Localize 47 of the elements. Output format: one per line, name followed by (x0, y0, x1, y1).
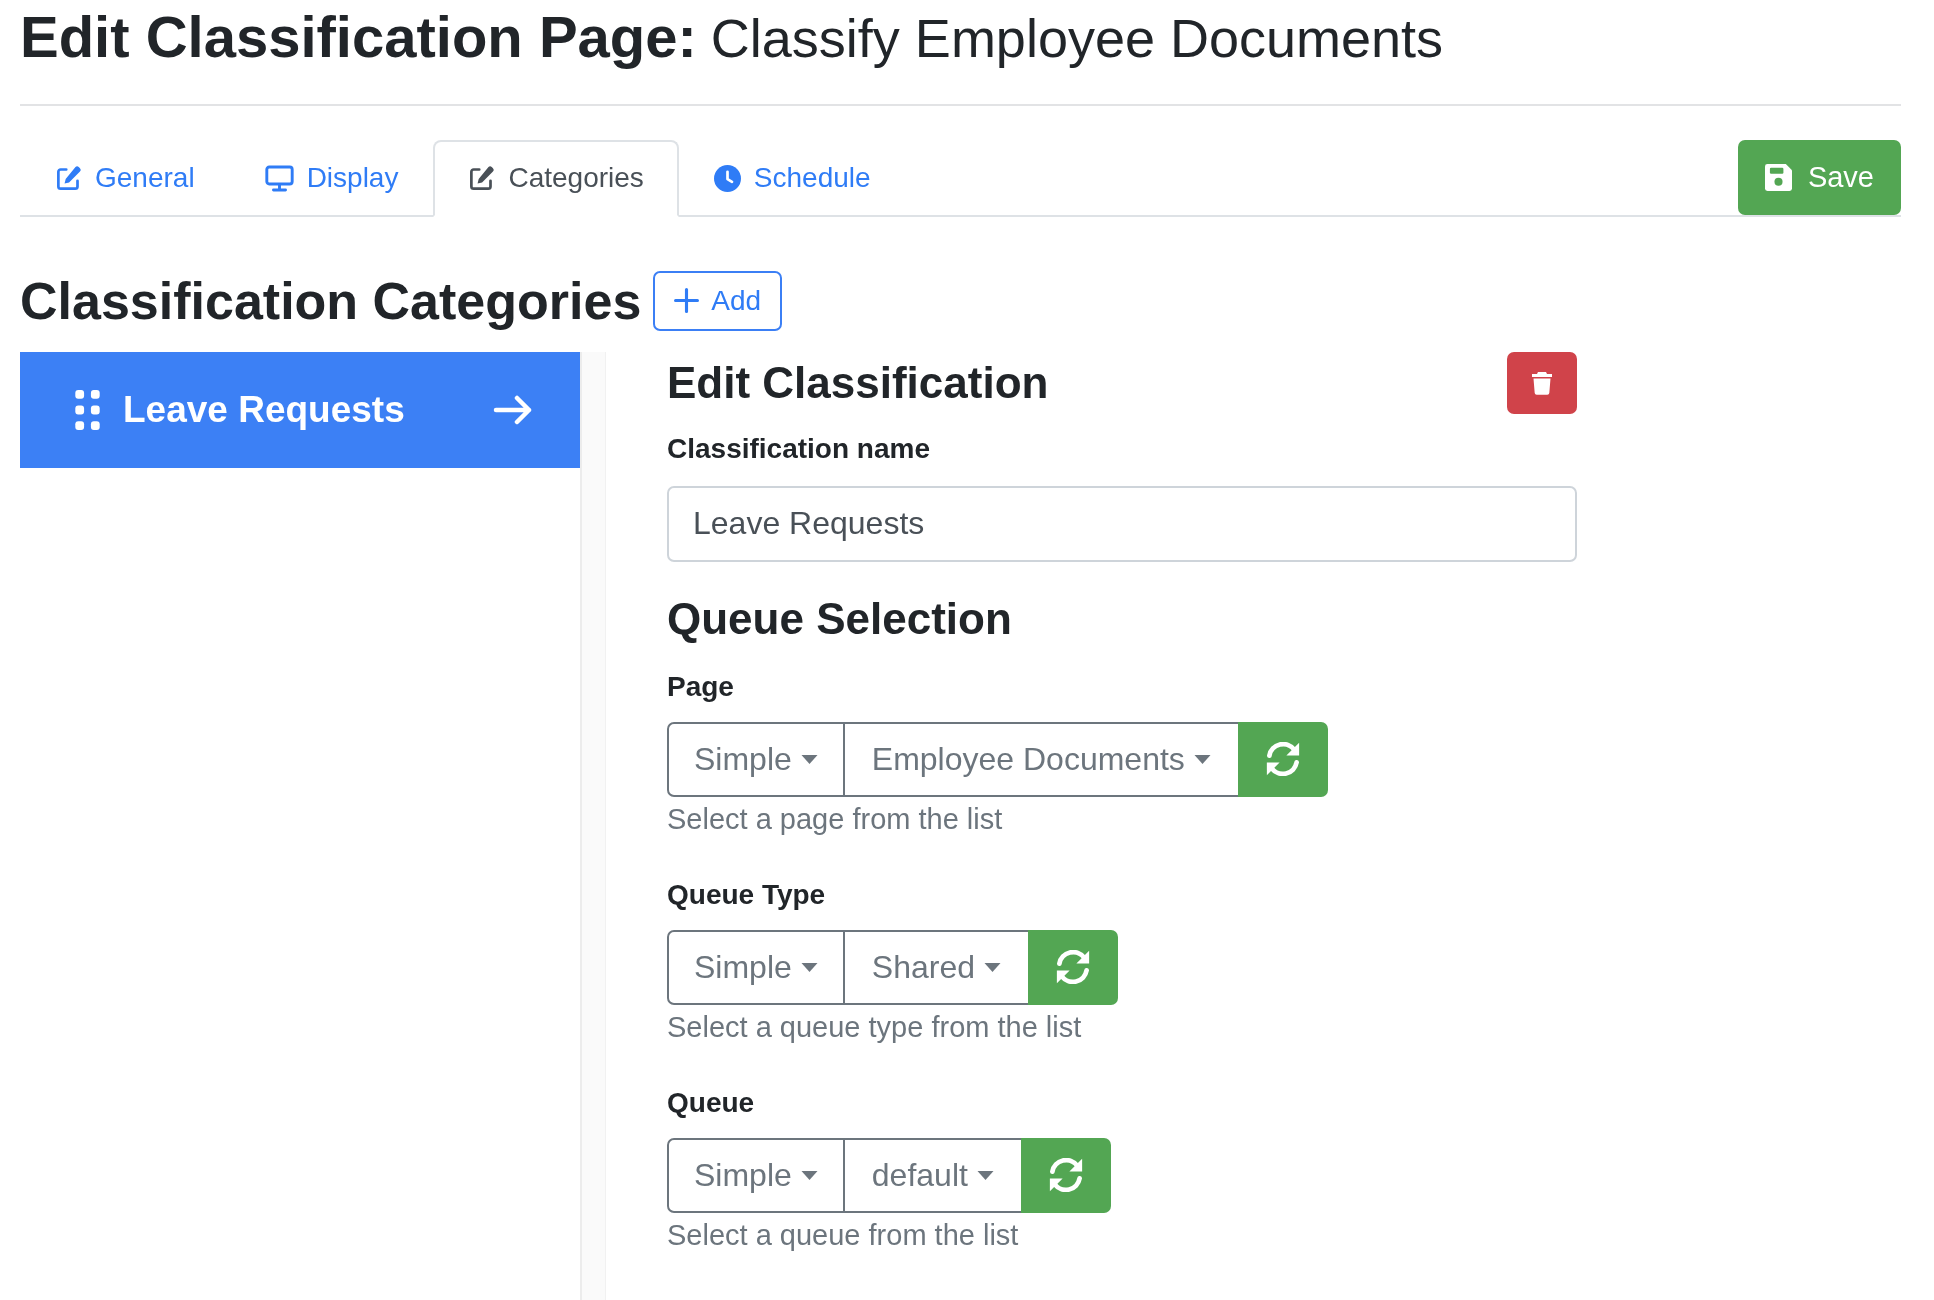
delete-button[interactable] (1507, 351, 1577, 414)
grip-icon[interactable] (75, 389, 100, 430)
value-dropdown[interactable]: Employee Documents (844, 721, 1238, 797)
field-label: Page (667, 669, 735, 704)
save-button[interactable]: Save (1737, 139, 1901, 215)
field-label: Classification name (667, 431, 931, 466)
caret-icon (800, 1170, 818, 1180)
refresh-button[interactable] (1028, 929, 1118, 1005)
category-item[interactable]: Leave Requests (20, 351, 580, 468)
monitor-icon (264, 164, 294, 192)
value-dropdown[interactable]: default (844, 1137, 1021, 1213)
tab[interactable]: Display (229, 139, 434, 217)
value-dropdown[interactable]: Shared (844, 929, 1028, 1005)
plus-icon (674, 288, 700, 314)
page-title-subject: Classify Employee Documents (710, 7, 1444, 70)
field-label: Queue (667, 1085, 756, 1120)
caret-icon (976, 1170, 994, 1180)
sync-icon (1048, 1158, 1083, 1193)
add-button[interactable]: Add (653, 270, 783, 331)
refresh-button[interactable] (1237, 721, 1328, 797)
panel-heading: Edit Classification (667, 357, 1049, 410)
classification-name-input[interactable]: Leave Requests (667, 485, 1577, 562)
mode-dropdown[interactable]: Simple (667, 1137, 845, 1213)
help-text: Select a page from the list (667, 801, 1004, 837)
page-title-label: Edit Classification Page: (20, 3, 697, 71)
tab[interactable]: General (20, 139, 230, 217)
field-label: Queue Type (667, 877, 827, 912)
clock-icon (713, 164, 741, 192)
tab[interactable]: Categories (433, 139, 679, 217)
section-heading: Queue Selection (667, 592, 1013, 645)
caret-icon (984, 962, 1001, 972)
section-heading: Classification Categories (20, 270, 642, 332)
trash-icon (1532, 370, 1552, 395)
arrow-right-icon (493, 394, 533, 425)
tab[interactable]: Schedule (678, 139, 906, 217)
help-text: Select a queue from the list (667, 1217, 1020, 1253)
edit-icon (55, 164, 82, 192)
caret-icon (1193, 754, 1211, 764)
sync-icon (1056, 950, 1090, 985)
help-text: Select a queue type from the list (667, 1009, 1083, 1045)
refresh-button[interactable] (1020, 1137, 1111, 1213)
mode-dropdown[interactable]: Simple (667, 929, 845, 1005)
edit-icon (468, 164, 496, 192)
mode-dropdown[interactable]: Simple (667, 721, 845, 797)
caret-icon (800, 962, 818, 972)
sync-icon (1265, 742, 1300, 777)
caret-icon (800, 754, 818, 764)
